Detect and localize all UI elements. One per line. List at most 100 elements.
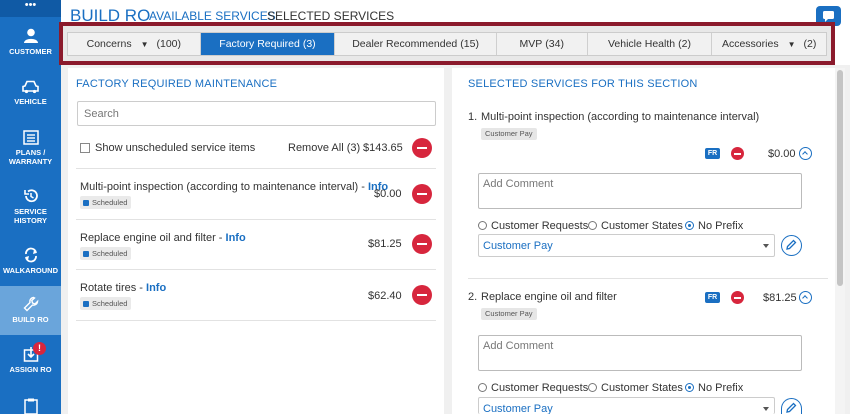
- tab-label: Accessories: [721, 38, 779, 50]
- pay-type-select[interactable]: Customer Pay: [478, 397, 775, 414]
- select-value: Customer Pay: [483, 240, 553, 252]
- status-badge: Scheduled: [80, 297, 132, 310]
- pencil-icon: [786, 239, 797, 250]
- sidebar-item-walkaround[interactable]: WALKAROUND: [0, 247, 61, 275]
- radio-label: Customer Requests: [491, 382, 589, 394]
- divider: [468, 278, 828, 279]
- sidebar-item-label: WARRANTY: [8, 157, 53, 166]
- pay-type-badge: Customer Pay: [481, 308, 537, 320]
- selected-service-price: $81.25: [763, 292, 797, 304]
- tab-available-services[interactable]: AVAILABLE SERVICES: [149, 9, 276, 23]
- edit-button[interactable]: [781, 235, 802, 256]
- sidebar-item-build-ro[interactable]: BUILD RO: [0, 286, 61, 335]
- service-name: Multi-point inspection (according to mai…: [80, 181, 368, 193]
- remove-service-button[interactable]: [731, 147, 744, 160]
- alert-badge: !: [33, 342, 46, 355]
- sidebar-item-label: BUILD RO: [12, 315, 49, 324]
- category-tabs: Concerns ▼ (100) Factory Required (3) De…: [67, 32, 827, 56]
- tab-count: (2): [803, 38, 817, 50]
- radio-customer-states[interactable]: [588, 383, 597, 392]
- tab-label: Dealer Recommended: [352, 38, 458, 50]
- radio-customer-states[interactable]: [588, 221, 597, 230]
- tab-factory-required[interactable]: Factory Required (3): [200, 33, 336, 55]
- history-icon: [23, 189, 38, 203]
- chevron-down-icon: [763, 244, 769, 248]
- tab-dealer-recommended[interactable]: Dealer Recommended (15): [335, 33, 497, 55]
- select-value: Customer Pay: [483, 403, 553, 414]
- remove-service-button[interactable]: [412, 285, 432, 305]
- sidebar-item-label: SERVICE: [14, 207, 47, 216]
- info-link[interactable]: Info: [146, 282, 166, 294]
- tab-count: (3): [302, 38, 316, 50]
- service-item-name: Replace engine oil and filter - Info: [80, 232, 246, 244]
- status-text: Scheduled: [92, 249, 128, 258]
- remove-all-button[interactable]: [412, 138, 432, 158]
- scrollbar-thumb[interactable]: [837, 70, 843, 286]
- comment-field[interactable]: [478, 335, 802, 371]
- radio-customer-requests[interactable]: [478, 383, 487, 392]
- search-input[interactable]: [77, 101, 436, 126]
- tab-count: (34): [545, 38, 564, 50]
- radio-customer-requests[interactable]: [478, 221, 487, 230]
- caret-down-icon: ▼: [140, 39, 149, 49]
- sidebar-item-label: WALKAROUND: [3, 266, 58, 275]
- remove-service-button[interactable]: [731, 291, 744, 304]
- edit-button[interactable]: [781, 398, 802, 414]
- selected-service-price: $0.00: [768, 148, 796, 160]
- radio-label: Customer States: [601, 220, 683, 232]
- collapse-chevron-icon[interactable]: [799, 291, 812, 304]
- service-item-name: Multi-point inspection (according to mai…: [80, 181, 388, 193]
- selected-service-number: 1.: [468, 111, 478, 123]
- selected-service-name: Replace engine oil and filter: [481, 291, 617, 303]
- show-unscheduled-checkbox[interactable]: [80, 143, 90, 153]
- calendar-icon: [83, 199, 89, 206]
- caret-down-icon: ▼: [787, 39, 796, 49]
- comment-field[interactable]: [478, 173, 802, 209]
- section-title: SELECTED SERVICES FOR THIS SECTION: [468, 78, 698, 90]
- tab-vehicle-health[interactable]: Vehicle Health (2): [588, 33, 713, 55]
- tab-label: MVP: [519, 38, 543, 50]
- remove-all-link[interactable]: Remove All (3): [288, 142, 360, 154]
- sidebar-item-label: VEHICLE: [14, 97, 47, 106]
- more-menu-icon[interactable]: •••: [0, 0, 61, 17]
- status-badge: Scheduled: [80, 247, 132, 260]
- sidebar-item-vehicle[interactable]: VEHICLE: [0, 80, 61, 106]
- tab-label: Concerns: [86, 38, 132, 50]
- sidebar-item-assign-ro[interactable]: ! ASSIGN RO: [0, 342, 61, 374]
- service-price: $62.40: [368, 290, 402, 302]
- chevron-down-icon: [763, 407, 769, 411]
- collapse-chevron-icon[interactable]: [799, 147, 812, 160]
- remove-service-button[interactable]: [412, 234, 432, 254]
- tab-selected-services[interactable]: SELECTED SERVICES: [267, 9, 394, 23]
- section-title: FACTORY REQUIRED MAINTENANCE: [76, 78, 278, 90]
- selected-service-number: 2.: [468, 291, 478, 303]
- sidebar-item-service-history[interactable]: SERVICE HISTORY: [0, 188, 61, 225]
- service-price: $81.25: [368, 238, 402, 250]
- sidebar-item-label: PLANS /: [15, 148, 46, 157]
- fr-badge: FR: [705, 148, 720, 159]
- tab-mvp[interactable]: MVP (34): [497, 33, 588, 55]
- sidebar-item-customer[interactable]: CUSTOMER: [0, 28, 61, 56]
- tab-count: (15): [460, 38, 479, 50]
- sidebar-item-plans-warranty[interactable]: PLANS / WARRANTY: [0, 130, 61, 166]
- service-item-name: Rotate tires - Info: [80, 282, 166, 294]
- wrench-icon: [23, 296, 38, 312]
- pay-type-select[interactable]: Customer Pay: [478, 234, 775, 257]
- sidebar-item-label: ASSIGN RO: [9, 365, 52, 374]
- clipboard-icon: [23, 398, 38, 414]
- radio-no-prefix[interactable]: [685, 383, 694, 392]
- service-price: $0.00: [374, 188, 402, 200]
- status-text: Scheduled: [92, 198, 128, 207]
- info-link[interactable]: Info: [226, 232, 246, 244]
- tab-accessories[interactable]: Accessories ▼ (2): [712, 33, 826, 55]
- tab-concerns[interactable]: Concerns ▼ (100): [68, 33, 201, 55]
- pay-type-badge: Customer Pay: [481, 128, 537, 140]
- status-badge: Scheduled: [80, 196, 132, 209]
- remove-service-button[interactable]: [412, 184, 432, 204]
- radio-no-prefix[interactable]: [685, 221, 694, 230]
- pencil-icon: [786, 402, 797, 413]
- sidebar-item-clipboard[interactable]: [0, 398, 61, 414]
- tab-count: (2): [678, 38, 691, 50]
- tab-label: Factory Required: [219, 38, 300, 50]
- radio-label: Customer Requests: [491, 220, 589, 232]
